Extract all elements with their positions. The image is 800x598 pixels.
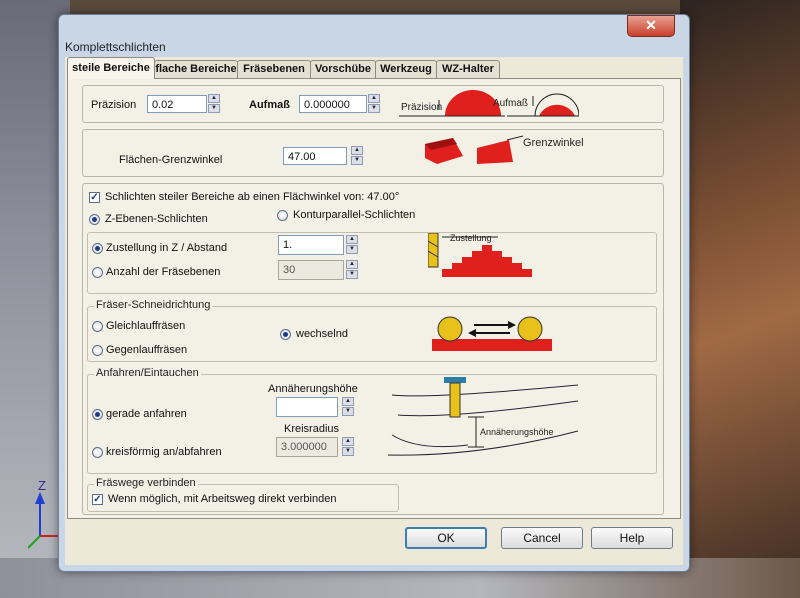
stepdown-group: Zustellung in Z / Abstand 1. ▲ ▼ Anzahl d… — [87, 232, 657, 294]
allowance-spinner[interactable]: ▲ ▼ — [368, 94, 380, 114]
desktop-background-right — [680, 0, 800, 598]
steep-areas-panel: ✓ Schlichten steiler Bereiche ab einen F… — [82, 183, 664, 515]
approach-height-label: Annäherungshöhe — [268, 383, 358, 395]
tab-werkzeug[interactable]: Werkzeug — [375, 60, 437, 78]
radio-straight-approach[interactable] — [92, 409, 103, 420]
radio-z-level[interactable] — [89, 214, 100, 225]
circle-radius-input[interactable]: 3.000000 — [276, 437, 338, 457]
help-button[interactable]: Help — [591, 527, 673, 549]
tab-steile-bereiche[interactable]: steile Bereiche — [67, 57, 155, 79]
cutting-direction-legend: Fräser-Schneidrichtung — [94, 299, 213, 311]
tab-flache-bereiche[interactable]: flache Bereiche — [154, 60, 238, 78]
connect-paths-checkbox[interactable]: ✓ — [92, 494, 103, 505]
radio-stepdown-label: Zustellung in Z / Abstand — [106, 242, 228, 254]
illus-stepdown-text: Zustellung — [450, 233, 492, 243]
connect-paths-label: Wenn möglich, mit Arbeitsweg direkt verb… — [108, 493, 337, 505]
dialog-window: ✕ Komplettschlichten steile Bereiche fla… — [58, 14, 690, 572]
precision-input[interactable]: 0.02 — [147, 95, 207, 113]
allowance-label: Aufmaß — [249, 99, 290, 111]
radio-z-level-label: Z-Ebenen-Schlichten — [105, 213, 208, 225]
connect-paths-group: Fräswege verbinden ✓ Wenn möglich, mit A… — [87, 477, 399, 512]
radio-alternating[interactable] — [280, 329, 291, 340]
approach-group: Anfahren/Eintauchen Annäherungshöhe ▲ ▼ g… — [87, 367, 657, 474]
circle-radius-spinner[interactable]: ▲ ▼ — [342, 437, 354, 457]
radio-conventional-milling[interactable] — [92, 345, 103, 356]
illus-allowance-text: Aufmaß — [493, 98, 528, 109]
stepdown-input[interactable]: 1. — [278, 235, 344, 255]
cutting-direction-group: Fräser-Schneidrichtung Gleichlauffräsen … — [87, 299, 657, 362]
ok-button[interactable]: OK — [405, 527, 487, 549]
approach-height-input[interactable] — [276, 397, 338, 417]
approach-height-spinner[interactable]: ▲ ▼ — [342, 397, 354, 417]
radio-circular-approach-label: kreisförmig an/abfahren — [106, 446, 222, 458]
illus-precision-text: Präzision — [401, 102, 442, 113]
tab-wz-halter[interactable]: WZ-Halter — [436, 60, 500, 78]
limit-angle-panel: Flächen-Grenzwinkel 47.00 ▲ ▼ Grenzwinkel — [82, 129, 664, 177]
allowance-input[interactable]: 0.000000 — [299, 95, 367, 113]
radio-plane-count-label: Anzahl der Fräsebenen — [106, 266, 221, 278]
precision-allowance-illustration: Präzision Aufmaß — [399, 90, 579, 117]
dialog-client-area: steile Bereiche flache Bereiche Fräseben… — [65, 57, 683, 565]
radio-contour-parallel-label: Konturparallel-Schlichten — [293, 209, 416, 221]
limit-angle-illustration: Grenzwinkel — [425, 135, 584, 164]
tab-fraesebenen[interactable]: Fräsebenen — [237, 60, 311, 78]
radio-contour-parallel[interactable] — [277, 210, 288, 221]
connect-paths-legend: Fräswege verbinden — [94, 477, 198, 489]
precision-spinner[interactable]: ▲ ▼ — [208, 94, 220, 114]
axis-z-label: Z — [38, 478, 46, 493]
steep-finishing-label: Schlichten steiler Bereiche ab einen Flä… — [105, 191, 400, 203]
radio-straight-approach-label: gerade anfahren — [106, 408, 187, 420]
cutting-direction-illustration — [432, 316, 552, 351]
plane-count-spinner[interactable]: ▲ ▼ — [346, 260, 358, 280]
radio-alternating-label: wechselnd — [296, 328, 348, 340]
window-title: Komplettschlichten — [65, 40, 166, 54]
plane-count-input[interactable]: 30 — [278, 260, 344, 280]
cancel-button[interactable]: Cancel — [501, 527, 583, 549]
radio-circular-approach[interactable] — [92, 447, 103, 458]
limit-angle-input[interactable]: 47.00 — [283, 147, 347, 165]
illus-limit-angle-text: Grenzwinkel — [523, 137, 584, 149]
illus-approach-height-text: Annäherungshöhe — [480, 427, 554, 437]
close-button[interactable]: ✕ — [627, 15, 675, 37]
approach-legend: Anfahren/Eintauchen — [94, 367, 201, 379]
radio-plane-count[interactable] — [92, 267, 103, 278]
title-bar: ✕ — [59, 15, 689, 43]
stepdown-illustration: Zustellung — [428, 233, 532, 277]
tab-vorschuebe[interactable]: Vorschübe — [310, 60, 376, 78]
approach-illustration: Annäherungshöhe — [388, 377, 579, 456]
radio-conventional-milling-label: Gegenlauffräsen — [106, 344, 188, 356]
tab-panel-steile-bereiche: Präzision 0.02 ▲ ▼ Aufmaß 0.000000 ▲ ▼ Prä… — [67, 78, 681, 519]
precision-label: Präzision — [91, 99, 137, 111]
limit-angle-label: Flächen-Grenzwinkel — [119, 154, 223, 166]
steep-finishing-checkbox[interactable]: ✓ — [89, 192, 100, 203]
radio-climb-milling[interactable] — [92, 321, 103, 332]
limit-angle-spinner[interactable]: ▲ ▼ — [351, 146, 363, 166]
radio-stepdown[interactable] — [92, 243, 103, 254]
precision-panel: Präzision 0.02 ▲ ▼ Aufmaß 0.000000 ▲ ▼ Prä… — [82, 85, 664, 123]
stepdown-spinner[interactable]: ▲ ▼ — [346, 235, 358, 255]
radio-climb-milling-label: Gleichlauffräsen — [106, 320, 186, 332]
circle-radius-label: Kreisradius — [284, 423, 340, 435]
